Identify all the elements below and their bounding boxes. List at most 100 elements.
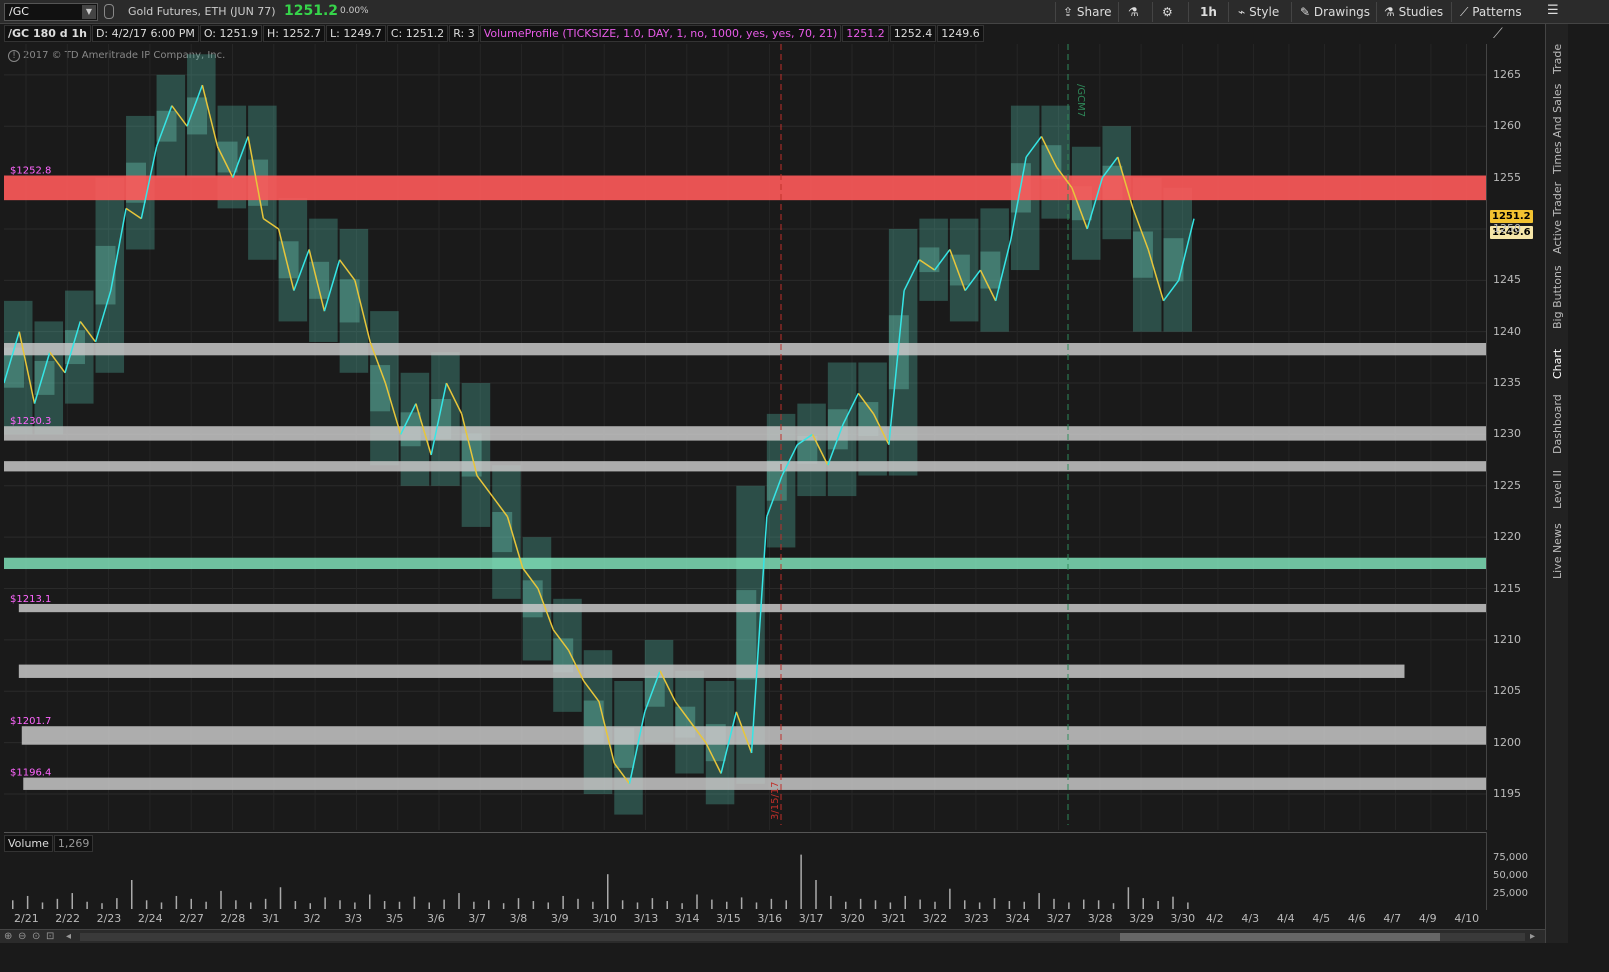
volume-bar [398, 901, 401, 909]
scroll-right-icon[interactable]: ▸ [1530, 931, 1535, 942]
share-button[interactable]: ⇪ Share [1063, 4, 1112, 22]
volume-bar [1157, 901, 1159, 909]
link-icon[interactable] [104, 4, 114, 19]
zoom-reset-icon[interactable]: ⊡ [46, 931, 54, 942]
sidebar-tab-active-trader[interactable]: Active Trader [1546, 182, 1569, 254]
timeframe-button[interactable]: 1h [1200, 4, 1217, 22]
volume-bar [993, 898, 996, 909]
volume-bar [190, 898, 192, 909]
right-sidebar: Trade Times And Sales Active Trader Big But… [1545, 24, 1568, 972]
level-band [23, 777, 1486, 790]
volume-panel[interactable]: Volume 1,269 [4, 832, 1486, 910]
bar-close: C: 1251.2 [386, 25, 449, 42]
bottom-strip [0, 943, 1609, 972]
volume-bar [919, 899, 921, 909]
level-band [18, 664, 1405, 678]
volume-bar [592, 901, 594, 909]
date-tick-label: 3/15 [716, 912, 741, 925]
level-band [21, 726, 1486, 745]
volume-bar [815, 880, 817, 909]
chart-id[interactable]: /GC 180 d 1h [4, 25, 91, 42]
volume-bar [488, 900, 490, 909]
date-tick-label: 4/7 [1383, 912, 1402, 925]
sidebar-tab-label: Chart [1551, 348, 1564, 379]
volume-bar [160, 902, 163, 909]
date-tick-label: 3/16 [757, 912, 783, 925]
volume-bar [235, 900, 237, 909]
volume-tick-label: 50,000 [1493, 870, 1528, 881]
volume-bar [1127, 887, 1130, 909]
sidebar-tab-dashboard[interactable]: Dashboard [1546, 389, 1569, 454]
symbol-input[interactable]: /GC ▼ [4, 3, 98, 21]
profile-value-area [309, 261, 330, 299]
volume-bar [279, 887, 282, 909]
price-tick-label: 1250 [1493, 221, 1521, 235]
volume-bar [205, 901, 207, 909]
scroll-left-icon[interactable]: ◂ [66, 931, 71, 942]
style-button[interactable]: ⌁ Style [1238, 4, 1279, 22]
studies-button[interactable]: ⚗ Studies [1384, 4, 1443, 22]
volume-bar [517, 898, 520, 909]
bar-date: D: 4/2/17 6:00 PM [91, 25, 199, 42]
scroll-thumb[interactable] [1120, 933, 1440, 941]
price-axis-icon[interactable]: ⟋ [1493, 26, 1503, 42]
sidebar-tab-times-and-sales[interactable]: Times And Sales [1546, 84, 1569, 174]
date-tick-label: 4/6 [1347, 912, 1366, 925]
sidebar-tab-chart[interactable]: Chart [1546, 344, 1569, 379]
date-tick-label: 2/21 [14, 912, 39, 925]
profile-value-area [187, 97, 208, 135]
date-tick-label: 4/4 [1276, 912, 1295, 925]
volume-bar [86, 901, 88, 909]
study-label[interactable]: VolumeProfile (TICKSIZE, 1.0, DAY, 1, no… [479, 25, 842, 42]
gear-icon[interactable]: ⚙ [1162, 4, 1173, 22]
volume-bar [949, 888, 951, 909]
drawings-button[interactable]: ✎ Drawings [1300, 4, 1370, 22]
chart-scrollbar[interactable]: ⊕ ⊖ ⊙ ⊡ ◂ ▸ [0, 929, 1545, 943]
volume-bar [651, 898, 654, 909]
zoom-out-icon[interactable]: ⊖ [18, 931, 26, 942]
volume-bar [1112, 903, 1115, 909]
volume-bar [1053, 898, 1055, 909]
sidebar-tab-trade[interactable]: Trade [1546, 34, 1569, 74]
volume-bar [220, 890, 222, 909]
sidebar-tab-live-news[interactable]: Live News [1546, 519, 1569, 579]
sidebar-tab-big-buttons[interactable]: Big Buttons [1546, 264, 1569, 329]
menu-icon[interactable]: ☰ [1547, 3, 1559, 18]
volume-bar [458, 893, 460, 909]
style-icon: ⌁ [1238, 5, 1246, 19]
price-axis[interactable]: 1251.2 1249.6 ⟋ 1265 1260 1255 1250 1245 1240… [1486, 26, 1544, 830]
toolbar-divider [1228, 2, 1229, 22]
price-tick-label: 1265 [1493, 67, 1521, 81]
chevron-down-icon[interactable]: ▼ [82, 5, 96, 19]
level-label: $1213.1 [10, 594, 51, 605]
volume-bar [874, 900, 877, 909]
toolbar-divider [1188, 2, 1189, 22]
date-tick-label: 3/27 [1046, 912, 1072, 925]
date-tick-label: 3/24 [1005, 912, 1030, 925]
volume-bar [800, 854, 802, 909]
price-tick-label: 1260 [1493, 119, 1521, 133]
volume-bar [56, 898, 59, 909]
flask-icon[interactable]: ⚗ [1128, 4, 1139, 22]
toolbar-divider [1118, 2, 1119, 22]
date-tick-label: 3/5 [385, 912, 404, 925]
volume-bar [145, 900, 148, 909]
zoom-icon[interactable]: ⊙ [32, 931, 40, 942]
study-value: 1251.2 [842, 25, 889, 42]
volume-bar [547, 902, 549, 909]
zoom-in-icon[interactable]: ⊕ [4, 931, 12, 942]
price-tick-label: 1205 [1493, 684, 1521, 698]
sidebar-tab-level-ii[interactable]: Level II [1546, 464, 1569, 509]
profile-value-area [1041, 145, 1062, 180]
price-chart[interactable]: $1252.8 $1230.3 $1213.1 $1201.7 $1196.4 3/15… [4, 44, 1486, 830]
date-tick-label: 3/30 [1170, 912, 1196, 925]
volume-bar [383, 901, 386, 909]
patterns-button[interactable]: ⟋ Patterns [1460, 4, 1522, 22]
change-percent: 0.00% [340, 6, 369, 16]
level-label: $1230.3 [10, 416, 51, 427]
share-label: Share [1076, 5, 1112, 19]
toolbar-divider [1376, 2, 1377, 22]
patterns-icon: ⟋ [1460, 5, 1469, 19]
date-axis[interactable]: 2/21 2/22 2/23 2/24 2/27 2/28 3/1 3/2 3/3 3/5 3/6 3… [4, 910, 1486, 928]
date-tick-label: 3/23 [963, 912, 989, 925]
